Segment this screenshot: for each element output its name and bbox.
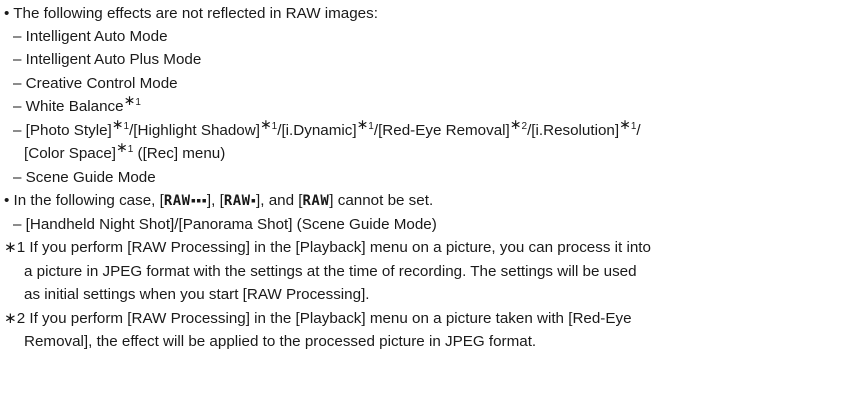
item-creative-control: – Creative Control Mode (13, 75, 178, 92)
bullet-raw-cannot-set-end: cannot be set. (333, 192, 434, 209)
highlight-shadow-label: /[Highlight Shadow] (129, 122, 260, 139)
slash-separator: / (636, 122, 641, 139)
footnote-1-line-1: ∗1 If you perform [RAW Processing] in th… (4, 239, 651, 256)
color-space-label: [Color Space] (24, 145, 117, 162)
footnote-2-line-1: ∗2 If you perform [RAW Processing] in th… (4, 310, 632, 327)
item-handheld-panorama: – [Handheld Night Shot]/[Panorama Shot] … (13, 216, 437, 233)
raw-only-icon: RAW (302, 193, 330, 209)
i-resolution-label: /[i.Resolution] (527, 122, 620, 139)
footnote-1-line-3: as initial settings when you start [RAW … (24, 286, 370, 303)
item-rec-menu-settings: – [Photo Style]∗1/[Highlight Shadow]∗1/[… (13, 116, 641, 141)
raw-fine-bracket: [RAW▪▪▪] (159, 192, 212, 209)
footnote-1-line-2: a picture in JPEG format with the settin… (24, 263, 637, 280)
separator-comma: , (211, 192, 220, 209)
item-intelligent-auto: – Intelligent Auto Mode (13, 28, 168, 45)
raw-standard-icon: RAW▪ (223, 193, 257, 209)
footnote-ref-1: ∗1 (111, 116, 130, 133)
footnote-2-line-2: Removal], the effect will be applied to … (24, 333, 537, 350)
footnote-ref-1: ∗1 (123, 92, 141, 109)
item-white-balance: – White Balance∗1 (13, 92, 141, 117)
i-dynamic-label: /[i.Dynamic] (277, 122, 357, 139)
item-scene-guide: – Scene Guide Mode (13, 169, 156, 186)
footnote-ref-1: ∗1 (356, 116, 374, 133)
red-eye-removal-label: /[Red-Eye Removal] (373, 122, 510, 139)
separator-and: , and (260, 192, 299, 209)
footnote-ref-2: ∗2 (509, 116, 528, 133)
bullet-raw-cannot-set-start: • In the following case, (4, 192, 160, 209)
raw-fine-icon: RAW▪▪▪ (163, 193, 207, 209)
footnote-ref-1: ∗1 (116, 139, 134, 156)
footnote-ref-1: ∗1 (619, 116, 637, 133)
bullet-raw-effects: • The following effects are not reflecte… (4, 5, 378, 22)
footnote-ref-1: ∗1 (259, 116, 278, 133)
raw-only-bracket: [RAW] (298, 192, 334, 209)
item-intelligent-auto-plus: – Intelligent Auto Plus Mode (13, 51, 202, 68)
bullet-raw-cannot-set: • In the following case, [RAW▪▪▪], [RAW▪… (4, 191, 433, 211)
item-white-balance-label: – White Balance (13, 98, 124, 115)
raw-standard-bracket: [RAW▪] (219, 192, 261, 209)
rec-menu-label: ([Rec] menu) (133, 145, 226, 162)
item-rec-menu-settings-cont: [Color Space]∗1 ([Rec] menu) (24, 139, 226, 164)
photo-style-label: – [Photo Style] (13, 122, 112, 139)
